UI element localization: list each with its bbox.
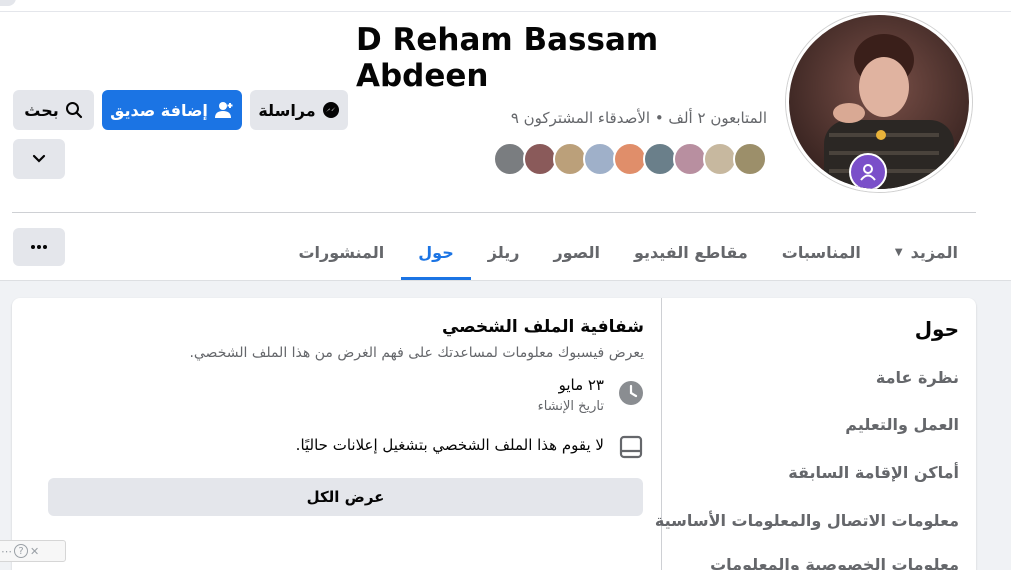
add-friend-button-label: إضافة صديق: [110, 100, 208, 120]
shield-user-icon: [860, 164, 876, 181]
header-divider: [12, 212, 976, 213]
messenger-icon: [322, 102, 339, 118]
about-section: حول نظرة عامة العمل والتعليم أماكن الإقا…: [0, 280, 1011, 570]
about-nav-contact-basic-info[interactable]: معلومات الاتصال والمعلومات الأساسية: [655, 511, 959, 530]
ad-monitor-icon: [618, 434, 644, 460]
friend-avatar[interactable]: [553, 142, 587, 176]
chevron-down-icon: [32, 154, 46, 163]
tab-label: الصور: [553, 243, 600, 262]
about-nav-places-lived[interactable]: أماكن الإقامة السابقة: [788, 463, 959, 482]
clock-icon: [618, 380, 644, 406]
profile-dropdown-button[interactable]: [13, 139, 65, 179]
friend-avatar[interactable]: [493, 142, 527, 176]
tab-label: حول: [418, 243, 454, 262]
profile-meta[interactable]: المتابعون ٢ ألف • الأصدقاء المشتركون ٩: [511, 109, 767, 127]
top-edge-stub: [0, 0, 16, 6]
ads-status-text: لا يقوم هذا الملف الشخصي بتشغيل إعلانات …: [295, 436, 604, 454]
search-icon: [65, 102, 82, 119]
tab-5[interactable]: المناسبات: [765, 228, 878, 280]
more-options-button[interactable]: [13, 228, 65, 266]
message-button-label: مراسلة: [258, 100, 316, 120]
about-card: حول نظرة عامة العمل والتعليم أماكن الإقا…: [12, 298, 976, 570]
about-nav-title: حول: [914, 317, 959, 341]
tab-label: المناسبات: [781, 243, 861, 262]
tab-1[interactable]: حول: [401, 228, 471, 280]
profile-name: D Reham Bassam Abdeen: [356, 22, 659, 94]
friend-avatar[interactable]: [643, 142, 677, 176]
message-button[interactable]: مراسلة: [250, 90, 348, 130]
see-all-button[interactable]: عرض الكل: [48, 478, 643, 516]
creation-date: ٢٣ مايو: [558, 376, 604, 394]
tab-3[interactable]: الصور: [536, 228, 617, 280]
mutual-friends-avatars[interactable]: [493, 142, 767, 176]
transparency-title: شفافية الملف الشخصي: [441, 317, 644, 337]
top-scroll-edge: [0, 0, 1011, 12]
creation-date-label: تاريخ الإنشاء: [537, 399, 604, 414]
about-nav-work-education[interactable]: العمل والتعليم: [845, 415, 959, 434]
tab-4[interactable]: مقاطع الفيديو: [617, 228, 765, 280]
tab-label: المزيد: [910, 243, 958, 262]
friend-avatar[interactable]: [703, 142, 737, 176]
profile-lock-badge: [849, 153, 887, 189]
friend-avatar[interactable]: [523, 142, 557, 176]
help-icon[interactable]: ?: [14, 544, 28, 558]
tab-2[interactable]: ريلز: [471, 228, 537, 280]
translate-widget[interactable]: ⋯ ? ✕: [0, 540, 66, 562]
profile-header: D Reham Bassam Abdeen المتابعون ٢ ألف • …: [0, 12, 1011, 280]
friend-avatar[interactable]: [733, 142, 767, 176]
friend-avatar[interactable]: [613, 142, 647, 176]
about-nav-overview[interactable]: نظرة عامة: [876, 368, 959, 387]
add-friend-icon: [214, 102, 233, 118]
tab-0[interactable]: المنشورات: [281, 228, 401, 280]
search-button[interactable]: بحث: [13, 90, 94, 130]
tab-6[interactable]: المزيد ▼: [878, 228, 975, 280]
search-button-label: بحث: [24, 100, 59, 120]
translate-widget-dots: ⋯: [1, 544, 12, 558]
caret-down-icon: ▼: [894, 247, 903, 258]
profile-tabs: المنشورات حول ريلز الصور مقاطع الفيديو المناس…: [281, 228, 975, 280]
more-dots-icon: [31, 245, 47, 249]
tab-label: مقاطع الفيديو: [633, 243, 748, 262]
close-icon[interactable]: ✕: [30, 545, 39, 558]
friend-avatar[interactable]: [673, 142, 707, 176]
profile-avatar[interactable]: [786, 12, 972, 192]
add-friend-button[interactable]: إضافة صديق: [102, 90, 242, 130]
transparency-description: يعرض فيسبوك معلومات لمساعدتك على فهم الغ…: [189, 345, 644, 361]
tab-label: ريلز: [487, 243, 520, 262]
about-nav-privacy-info[interactable]: معلومات الخصوصية والمعلومات: [710, 555, 959, 570]
friend-avatar[interactable]: [583, 142, 617, 176]
tab-label: المنشورات: [298, 243, 385, 262]
